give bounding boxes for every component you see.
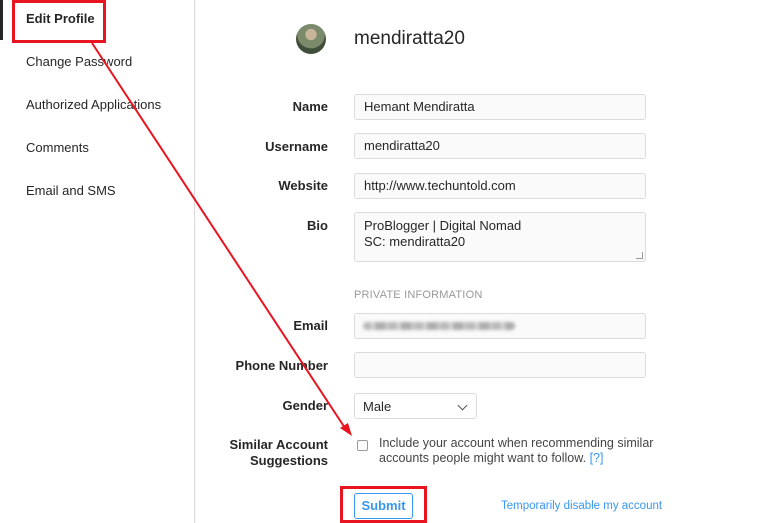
gender-value: Male — [363, 399, 392, 414]
phone-field[interactable] — [354, 352, 646, 378]
suggestions-help-link[interactable]: [?] — [590, 451, 604, 465]
resize-handle-icon[interactable] — [636, 252, 643, 259]
gender-label: Gender — [282, 398, 328, 413]
suggestions-label: Similar Account Suggestions — [230, 437, 328, 469]
phone-label: Phone Number — [235, 358, 328, 373]
username-field[interactable]: mendiratta20 — [354, 133, 646, 159]
active-indicator — [0, 0, 3, 40]
email-field[interactable] — [354, 313, 646, 339]
suggestions-label-line-2: Suggestions — [249, 453, 328, 468]
disable-account-link[interactable]: Temporarily disable my account — [501, 500, 662, 512]
sidebar-item-authorized-applications[interactable]: Authorized Applications — [26, 97, 161, 112]
suggestions-description: Include your account when recommending s… — [379, 436, 679, 466]
profile-username-heading: mendiratta20 — [354, 28, 465, 49]
suggestions-label-line-1: Similar Account — [229, 437, 328, 452]
sidebar-item-change-password[interactable]: Change Password — [26, 54, 132, 69]
settings-sidebar: Edit Profile Change Password Authorized … — [0, 0, 195, 523]
bio-textarea[interactable]: ProBlogger | Digital Nomad SC: mendiratt… — [354, 212, 646, 262]
name-field[interactable]: Hemant Mendiratta — [354, 94, 646, 120]
bio-line-2: SC: mendiratta20 — [364, 234, 466, 249]
private-information-heading: PRIVATE INFORMATION — [354, 289, 483, 301]
chevron-down-icon — [457, 400, 468, 411]
sidebar-item-edit-profile[interactable]: Edit Profile — [26, 11, 95, 26]
submit-button[interactable]: Submit — [354, 493, 413, 519]
suggestions-checkbox[interactable] — [357, 440, 368, 451]
name-label: Name — [292, 99, 328, 114]
website-field[interactable]: http://www.techuntold.com — [354, 173, 646, 199]
edit-profile-form: mendiratta20 Name Hemant Mendiratta User… — [196, 0, 768, 523]
username-label: Username — [265, 139, 328, 154]
avatar[interactable] — [296, 24, 326, 54]
email-label: Email — [293, 318, 328, 333]
redacted-email — [363, 322, 515, 330]
website-label: Website — [278, 178, 328, 193]
gender-select[interactable]: Male — [354, 393, 477, 419]
suggestions-text: Include your account when recommending s… — [379, 436, 654, 465]
sidebar-item-comments[interactable]: Comments — [26, 140, 89, 155]
bio-line-1: ProBlogger | Digital Nomad — [364, 218, 522, 233]
bio-label: Bio — [307, 218, 328, 233]
sidebar-item-email-sms[interactable]: Email and SMS — [26, 183, 116, 198]
